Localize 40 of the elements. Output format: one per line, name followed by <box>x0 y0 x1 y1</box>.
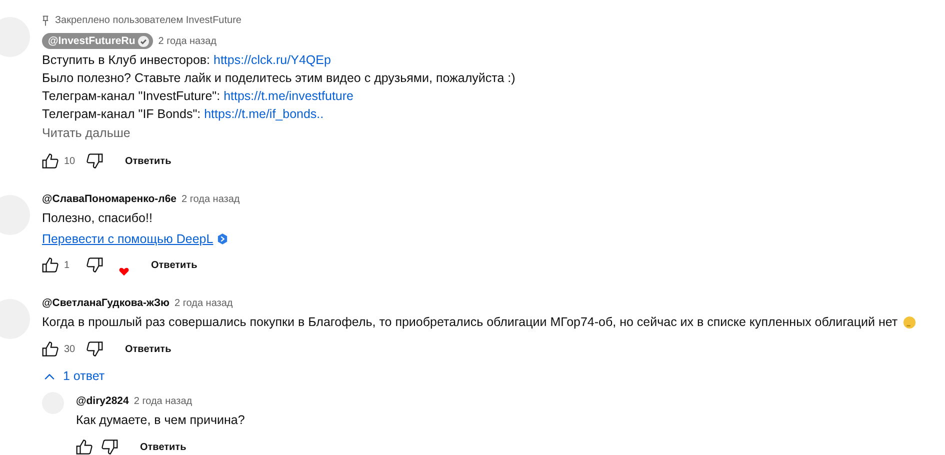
pin-icon <box>42 14 49 26</box>
thumbs-up-icon[interactable] <box>42 153 59 169</box>
comment-time[interactable]: 2 года назад <box>174 298 233 308</box>
comment-text: Как думаете, в чем причина? <box>76 412 246 428</box>
deepl-icon <box>217 233 228 245</box>
thumbs-up-icon[interactable] <box>76 439 93 455</box>
pinned-label: Закреплено пользователем InvestFuture <box>55 14 242 26</box>
author-name[interactable]: @InvestFutureRu <box>42 33 154 49</box>
author-name[interactable]: @diry2824 <box>76 395 129 407</box>
comment-text: Когда в прошлый раз совершались покупки в Благофель, то приобретались облигации МГор74-об, но сейчас их в списке купленных облигаций нет <box>42 314 945 330</box>
reply-button[interactable]: Ответить <box>151 260 198 270</box>
link[interactable]: https://t.me/investfuture <box>224 88 354 104</box>
replies-toggle[interactable]: 1 ответ <box>44 366 105 386</box>
link[interactable]: https://clck.ru/Y4QEp <box>214 52 331 68</box>
thumbs-down-icon[interactable] <box>86 341 103 357</box>
reply-button[interactable]: Ответить <box>125 344 172 354</box>
translate-link[interactable]: Перевести с помощью DeepL <box>42 232 214 246</box>
comment-text: Телеграм-канал "InvestFuture": https://t.me/investfuture <box>42 88 354 104</box>
comment-time[interactable]: 2 года назад <box>158 36 216 46</box>
comment-text: Вступить в Клуб инвесторов: https://clck.ru/Y4QEp <box>42 52 332 68</box>
thumbs-up-icon[interactable] <box>42 257 59 273</box>
author-name[interactable]: @СлаваПономаренко-л6е <box>42 193 177 205</box>
thumbs-down-icon[interactable] <box>86 153 103 169</box>
thumbs-down-icon[interactable] <box>101 439 118 455</box>
link[interactable]: https://t.me/if_bonds.. <box>204 106 324 122</box>
thumbs-up-icon[interactable] <box>42 341 59 357</box>
comment-time[interactable]: 2 года назад <box>134 396 192 406</box>
reply-button[interactable]: Ответить <box>125 156 172 166</box>
comment-text: Телеграм-канал "IF Bonds": https://t.me/if_bonds.. <box>42 106 325 122</box>
read-more-link[interactable]: Читать дальше <box>42 126 130 140</box>
caret-icon <box>44 372 55 380</box>
thumbs-down-icon[interactable] <box>86 257 103 273</box>
like-count: 1 <box>64 260 71 270</box>
comment-text: Было полезно? Ставьте лайк и поделитесь этим видео с друзьями, пожалуйста :) <box>42 70 516 86</box>
like-count: 10 <box>64 156 76 166</box>
like-count: 30 <box>64 344 76 354</box>
reply-button[interactable]: Ответить <box>140 442 186 452</box>
author-name[interactable]: @СветланаГудкова-жЗю <box>42 297 170 309</box>
comment-time[interactable]: 2 года назад <box>182 194 240 204</box>
comment-text: Полезно, спасибо!! <box>42 210 154 226</box>
